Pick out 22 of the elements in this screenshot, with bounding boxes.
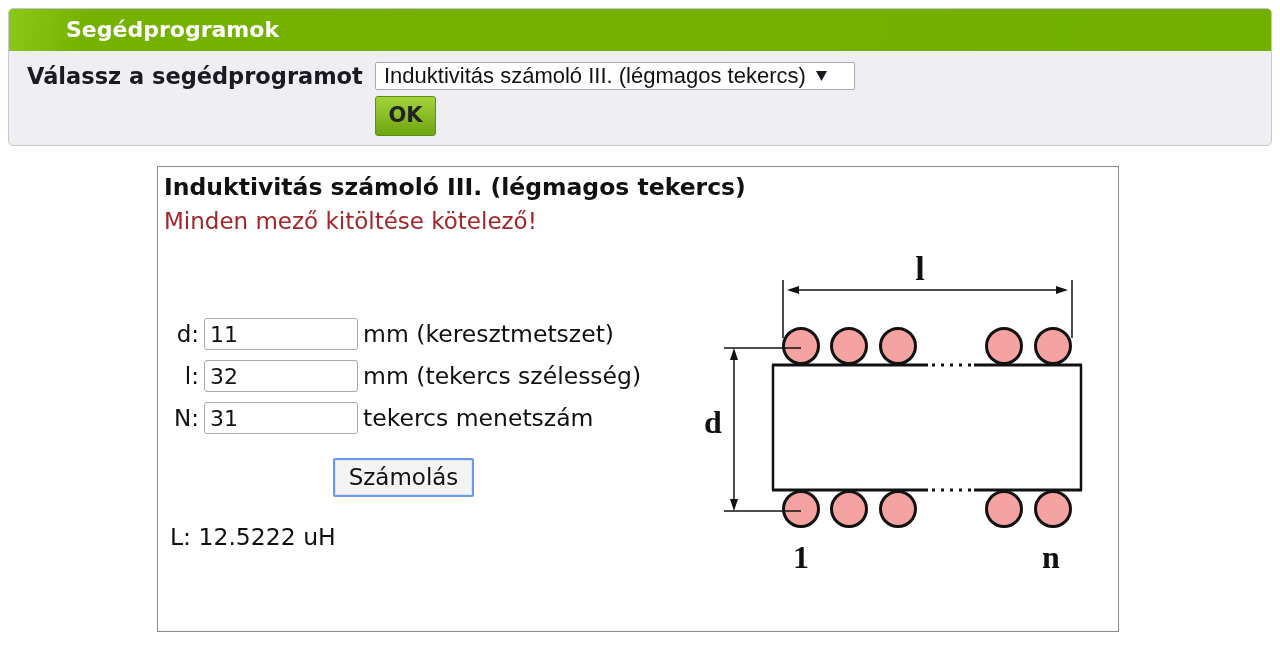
ok-button[interactable]: OK: [375, 96, 436, 136]
unit-label: tekercs menetszám: [363, 404, 595, 432]
warning-text: Minden mező kitöltése kötelező!: [163, 207, 538, 235]
calculator-title: Induktivitás számoló III. (légmagos tekercs): [163, 172, 747, 201]
field-label: d:: [175, 320, 199, 348]
input-field[interactable]: 32: [204, 360, 358, 392]
unit-label: mm (tekercs szélesség): [363, 362, 643, 390]
diagram-label: d: [704, 404, 722, 440]
input-field[interactable]: 11: [204, 318, 358, 350]
calculate-button[interactable]: Számolás: [333, 458, 474, 497]
result-text: L: 12.5222 uH: [170, 523, 336, 551]
select-label: Válassz a segédprogramot: [27, 62, 364, 90]
unit-label: mm (keresztmetszet): [363, 320, 616, 348]
field-label: N:: [173, 404, 199, 432]
diagram-label: l: [915, 250, 925, 287]
panel-header: Segédprogramok: [9, 9, 1271, 51]
program-select[interactable]: Induktivitás számoló III. (légmagos tekercs): [375, 62, 855, 90]
diagram-label: 1: [793, 539, 809, 575]
field-label: l:: [183, 362, 199, 390]
input-field[interactable]: 31: [204, 402, 358, 434]
diagram-label: n: [1042, 539, 1060, 575]
caret-icon: [815, 71, 827, 81]
